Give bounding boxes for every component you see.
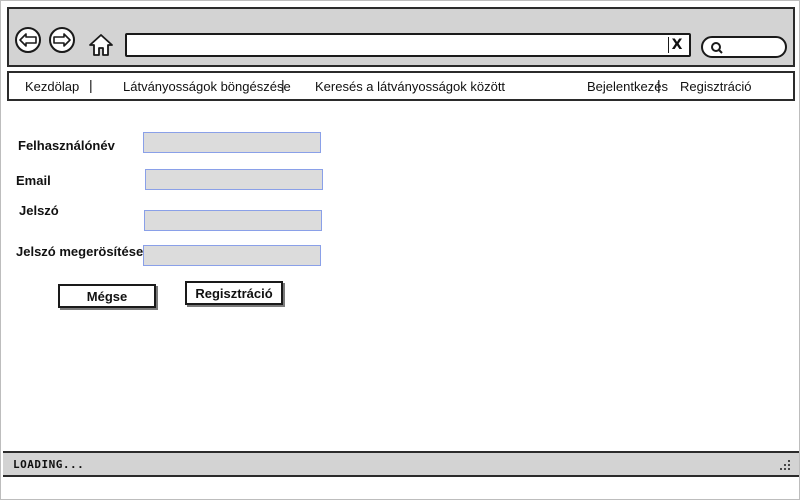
username-field[interactable] — [143, 132, 321, 153]
confirm-password-field[interactable] — [143, 245, 321, 266]
nav-menu: Kezdölap | Látványosságok böngészése | K… — [7, 71, 795, 101]
nav-item-home[interactable]: Kezdölap — [25, 79, 79, 94]
email-label: Email — [16, 173, 51, 188]
nav-item-login[interactable]: Bejelentkezés — [587, 79, 668, 94]
password-field[interactable] — [144, 210, 322, 231]
forward-button[interactable] — [49, 27, 75, 53]
address-bar[interactable]: X — [125, 33, 691, 57]
nav-item-search-sights[interactable]: Keresés a látványosságok között — [315, 79, 505, 94]
forward-arrow-icon — [53, 33, 71, 47]
resize-grip-icon[interactable] — [779, 459, 791, 471]
nav-separator: | — [281, 77, 285, 93]
search-icon — [711, 42, 723, 54]
nav-item-register[interactable]: Regisztráció — [680, 79, 752, 94]
back-button[interactable] — [15, 27, 41, 53]
home-button[interactable] — [87, 31, 115, 59]
home-icon — [89, 34, 113, 56]
register-button[interactable]: Regisztráció — [185, 281, 283, 305]
username-label: Felhasználónév — [18, 138, 115, 153]
email-field[interactable] — [145, 169, 323, 190]
status-bar: LOADING... — [3, 451, 799, 477]
back-arrow-icon — [19, 33, 37, 47]
nav-separator: | — [89, 77, 93, 93]
confirm-password-label: Jelszó megerösítése — [16, 244, 144, 259]
clear-url-icon[interactable]: X — [668, 37, 685, 53]
password-label: Jelszó — [19, 203, 59, 218]
browser-window: X Kezdölap | Látványosságok böngészése |… — [0, 0, 800, 500]
status-text: LOADING... — [13, 458, 85, 471]
search-box[interactable] — [701, 36, 787, 58]
nav-item-browse-sights[interactable]: Látványosságok böngészése — [123, 79, 291, 94]
nav-separator: | — [657, 77, 661, 93]
cancel-button[interactable]: Mégse — [58, 284, 156, 308]
